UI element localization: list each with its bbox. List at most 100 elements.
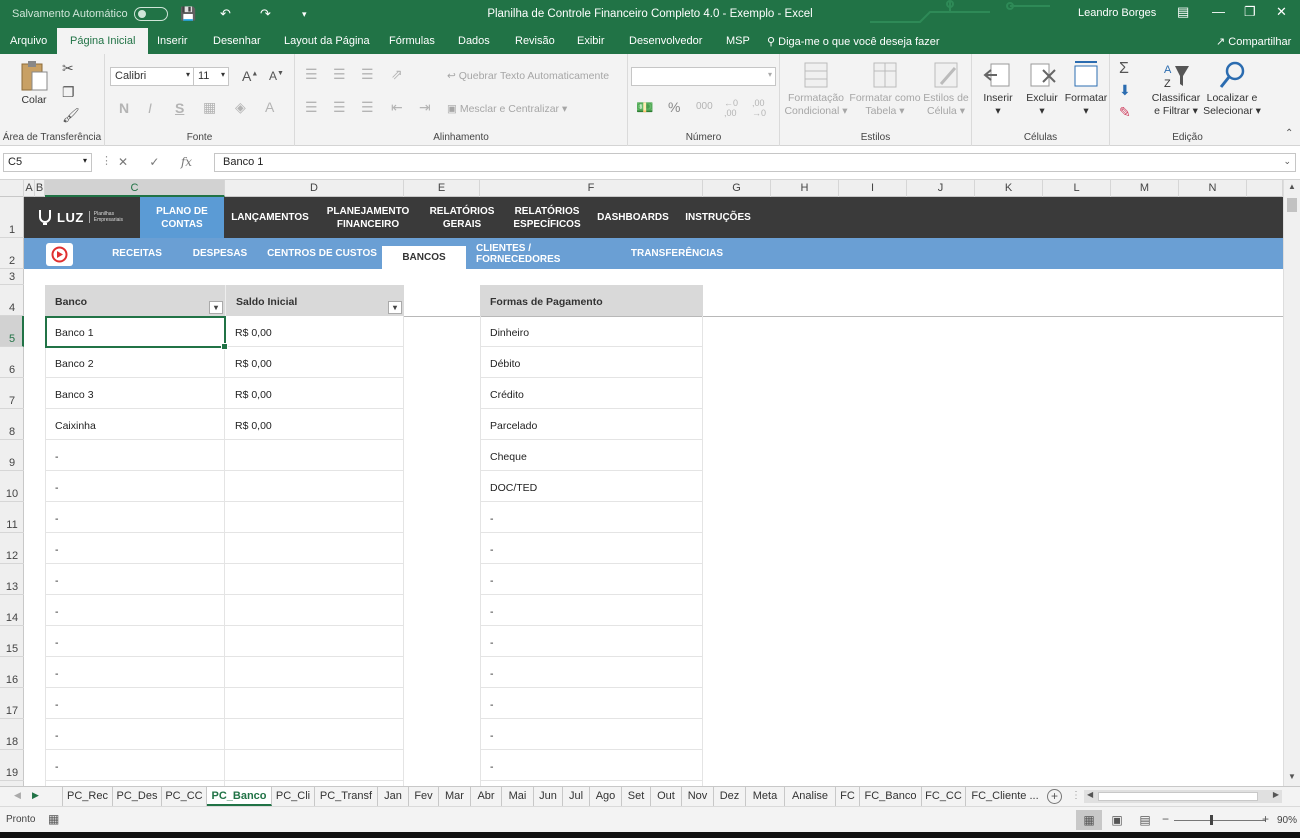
scroll-down-icon[interactable]: ▼ <box>1288 772 1296 781</box>
column-header-f[interactable]: F <box>480 180 703 197</box>
row-header-17[interactable]: 17 <box>0 688 24 719</box>
cell-saldo[interactable] <box>225 719 404 750</box>
number-format-dropdown[interactable]: ▾ <box>631 67 776 86</box>
row-header-14[interactable]: 14 <box>0 595 24 626</box>
zoom-level[interactable]: 90% <box>1277 815 1297 826</box>
row-header-6[interactable]: 6 <box>0 347 24 378</box>
align-bottom-icon[interactable]: ☰ <box>361 66 374 83</box>
decrease-decimal-icon[interactable]: ,00 →0 <box>752 98 766 118</box>
subnav-centros-de-custos[interactable]: CENTROS DE CUSTOS <box>266 238 378 269</box>
column-header-k[interactable]: K <box>975 180 1043 197</box>
borders-icon[interactable]: ▦ <box>203 99 216 116</box>
align-left-icon[interactable]: ☰ <box>305 99 318 116</box>
column-header-j[interactable]: J <box>907 180 975 197</box>
grow-font-icon[interactable]: A▲ <box>242 68 258 84</box>
vertical-scrollbar[interactable]: ▲ ▼ <box>1283 180 1300 786</box>
orientation-icon[interactable]: ⇗ <box>391 66 403 83</box>
tab-inserir[interactable]: Inserir <box>157 35 188 47</box>
cell-pagamento[interactable]: - <box>480 626 703 657</box>
minimize-icon[interactable]: — <box>1212 4 1225 19</box>
tell-me-search[interactable]: ⚲ Diga-me o que você deseja fazer <box>767 35 940 48</box>
sheet-tab-pc-banco[interactable]: PC_Banco <box>207 787 272 806</box>
scroll-right-icon[interactable]: ▶ <box>1273 790 1279 799</box>
column-header-i[interactable]: I <box>839 180 907 197</box>
enter-icon[interactable]: ✓ <box>149 155 159 169</box>
row-header-10[interactable]: 10 <box>0 471 24 502</box>
cell-pagamento[interactable]: Débito <box>480 347 703 378</box>
cell-pagamento[interactable]: - <box>480 719 703 750</box>
filter-dropdown-icon[interactable]: ▾ <box>209 301 223 314</box>
cell-saldo[interactable]: R$ 0,00 <box>225 316 404 347</box>
cell-banco[interactable]: Banco 3 <box>45 378 225 409</box>
row-header-13[interactable]: 13 <box>0 564 24 595</box>
row-header-12[interactable]: 12 <box>0 533 24 564</box>
zoom-slider-thumb[interactable] <box>1210 815 1213 825</box>
sheet-tab-abr[interactable]: Abr <box>471 787 502 806</box>
share-button[interactable]: ↗ Compartilhar <box>1216 35 1291 48</box>
tab-dados[interactable]: Dados <box>458 35 490 47</box>
cell-pagamento[interactable]: - <box>480 502 703 533</box>
font-size-dropdown[interactable]: 11 ▾ <box>193 67 229 86</box>
sheet-tab-fc[interactable]: FC <box>836 787 860 806</box>
nav-lancamentos[interactable]: LANÇAMENTOS <box>224 197 316 238</box>
cell-pagamento[interactable]: - <box>480 657 703 688</box>
restore-icon[interactable]: ❐ <box>1244 4 1256 20</box>
page-break-view-button[interactable]: ▤ <box>1132 810 1158 830</box>
row-header-1[interactable]: 1 <box>0 197 24 238</box>
column-header-n[interactable]: N <box>1179 180 1247 197</box>
increase-decimal-icon[interactable]: ←0,00 <box>724 98 738 118</box>
cut-icon[interactable]: ✂ <box>62 60 74 77</box>
cell-banco[interactable]: - <box>45 750 225 781</box>
shrink-font-icon[interactable]: A▼ <box>269 69 284 83</box>
cell-pagamento[interactable]: Dinheiro <box>480 316 703 347</box>
insert-cells-button[interactable]: Inserir ▾ <box>976 60 1020 118</box>
column-header-c[interactable]: C <box>45 180 225 197</box>
column-header-h[interactable]: H <box>771 180 839 197</box>
sheet-tab-ago[interactable]: Ago <box>590 787 622 806</box>
autosum-icon[interactable]: Σ <box>1119 60 1129 78</box>
align-middle-icon[interactable]: ☰ <box>333 66 346 83</box>
cell-banco[interactable]: - <box>45 719 225 750</box>
format-as-table-button[interactable]: Formatar como Tabela ▾ <box>848 60 922 118</box>
column-header-d[interactable]: D <box>225 180 404 197</box>
font-name-dropdown[interactable]: Calibri ▾ <box>110 67 194 86</box>
row-header-7[interactable]: 7 <box>0 378 24 409</box>
wrap-text-button[interactable]: ↩ Quebrar Texto Automaticamente <box>447 70 609 83</box>
cell-banco[interactable]: - <box>45 533 225 564</box>
cell-saldo[interactable] <box>225 471 404 502</box>
sheet-tab-out[interactable]: Out <box>651 787 682 806</box>
cell-banco[interactable]: - <box>45 440 225 471</box>
column-header-o[interactable] <box>1247 180 1283 197</box>
tab-arquivo[interactable]: Arquivo <box>10 35 47 47</box>
sheet-tab-fev[interactable]: Fev <box>409 787 439 806</box>
cell-pagamento[interactable]: Parcelado <box>480 409 703 440</box>
column-header-m[interactable]: M <box>1111 180 1179 197</box>
sheet-tab-mai[interactable]: Mai <box>502 787 534 806</box>
cell-banco[interactable]: - <box>45 626 225 657</box>
select-all-corner[interactable] <box>0 180 24 197</box>
row-header-8[interactable]: 8 <box>0 409 24 440</box>
cell-saldo[interactable]: R$ 0,00 <box>225 347 404 378</box>
sheet-tab-pc-cc[interactable]: PC_CC <box>162 787 207 806</box>
nav-plano-de-contas[interactable]: PLANO DE CONTAS <box>140 197 224 238</box>
sheet-tab-fc-cc[interactable]: FC_CC <box>922 787 966 806</box>
scroll-up-icon[interactable]: ▲ <box>1288 182 1296 191</box>
page-layout-view-button[interactable]: ▣ <box>1104 810 1130 830</box>
cell-banco[interactable]: Caixinha <box>45 409 225 440</box>
add-sheet-icon[interactable]: + <box>1047 789 1062 804</box>
cell-saldo[interactable]: R$ 0,00 <box>225 378 404 409</box>
cell-saldo[interactable] <box>225 626 404 657</box>
collapse-ribbon-icon[interactable]: ⌃ <box>1285 128 1293 139</box>
cancel-icon[interactable]: ✕ <box>118 155 128 169</box>
scroll-tabs-left-icon[interactable]: ◀ <box>14 790 21 801</box>
cell-banco[interactable]: Banco 2 <box>45 347 225 378</box>
delete-cells-button[interactable]: Excluir ▾ <box>1020 60 1064 118</box>
nav-relatorios-gerais[interactable]: RELATÓRIOS GERAIS <box>420 197 504 238</box>
clear-icon[interactable]: ✎ <box>1119 104 1131 121</box>
macro-record-icon[interactable]: ▦ <box>48 812 59 826</box>
sheet-tab-dez[interactable]: Dez <box>714 787 746 806</box>
align-center-icon[interactable]: ☰ <box>333 99 346 116</box>
cell-pagamento[interactable]: Crédito <box>480 378 703 409</box>
formula-input[interactable]: Banco 1 ⌄ <box>214 153 1296 172</box>
merge-center-button[interactable]: ▣ Mesclar e Centralizar ▾ <box>447 103 567 116</box>
